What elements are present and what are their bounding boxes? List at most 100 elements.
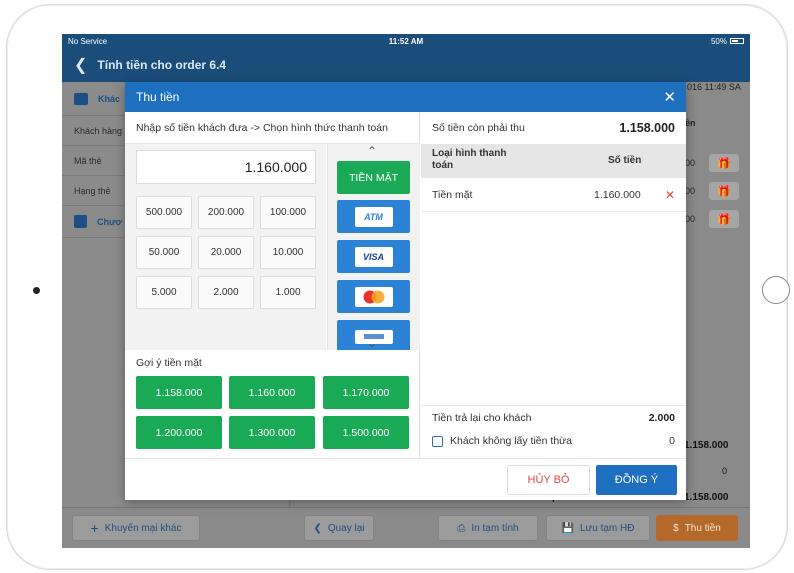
cash-suggestion-button[interactable]: 1.200.000 (136, 416, 222, 449)
amount-column-header: ền (685, 118, 696, 128)
print-button[interactable]: ⎙ In tạm tính (438, 515, 538, 541)
plus-icon: + (90, 520, 99, 536)
cancel-button[interactable]: HỦY BỎ (507, 465, 590, 495)
other-promo-label: Khuyến mại khác (104, 522, 182, 534)
quick-amount-button[interactable]: 1.000 (260, 276, 316, 309)
remove-icon[interactable]: ✕ (665, 188, 675, 202)
cash-method-button[interactable]: TIỀN MẶT (337, 161, 410, 194)
payment-summary-panel: Số tiền còn phải thu 1.158.000 Loại hình… (421, 112, 686, 458)
quick-amount-button[interactable]: 200.000 (198, 196, 254, 229)
gift-button[interactable]: 🎁 (709, 182, 740, 200)
item-amount: 00 (685, 186, 696, 196)
battery-percent: 50% (710, 36, 727, 46)
quick-amount-button[interactable]: 10.000 (260, 236, 316, 269)
item-row: 00 🎁 (685, 182, 740, 200)
change-row: Tiền trả lại cho khách 2.000 (421, 405, 686, 429)
status-bar: No Service 11:52 AM 50% (62, 34, 750, 48)
payment-amount: 1.160.000 (594, 188, 641, 201)
no-change-label: Khách không lấy tiền thừa (450, 435, 573, 447)
payment-type: Tiền mặt (432, 188, 473, 201)
discount-value: 0 (722, 466, 728, 476)
cash-suggestion-button[interactable]: 1.170.000 (323, 376, 409, 409)
bottom-toolbar: + Khuyến mại khác ❮ Quay lại ⎙ In tạm tí… (62, 507, 750, 548)
item-row: 00 🎁 (685, 210, 740, 228)
instruction-text: Nhập số tiền khách đưa -> Chọn hình thức… (125, 112, 420, 144)
sidebar-row-label: Hạng thẻ (74, 185, 111, 196)
battery-indicator: 50% (519, 37, 744, 46)
remaining-row: Số tiền còn phải thu 1.158.000 (421, 112, 686, 144)
modal-footer: HỦY BỎ ĐỒNG Ý (125, 458, 686, 500)
quick-amount-button[interactable]: 2.000 (198, 276, 254, 309)
item-row: 00 🎁 (685, 154, 740, 172)
mastercard-logo (363, 290, 384, 303)
cash-suggestion-button[interactable]: 1.158.000 (136, 376, 222, 409)
payment-row: Tiền mặt 1.160.000 ✕ (421, 178, 686, 212)
register-icon (74, 92, 88, 105)
item-amount: 00 (685, 158, 696, 168)
quick-amount-button[interactable]: 500.000 (136, 196, 192, 229)
cash-suggestion-button[interactable]: 1.300.000 (229, 416, 315, 449)
keypad-area: 500.000 200.000 100.000 50.000 20.000 10… (125, 144, 326, 350)
no-change-row: Khách không lấy tiền thừa 0 (421, 429, 686, 453)
battery-icon (729, 38, 744, 44)
quick-amount-button[interactable]: 5.000 (136, 276, 192, 309)
payment-modal: Thu tiền ✕ Nhập số tiền khách đưa -> Chọ… (125, 82, 686, 500)
printer-icon: ⎙ (457, 522, 466, 534)
amount-entry-panel: Nhập số tiền khách đưa -> Chọn hình thức… (125, 112, 420, 458)
amount-input[interactable] (136, 150, 316, 184)
chevron-left-icon: ❮ (313, 522, 322, 534)
mastercard-method-button[interactable] (337, 280, 410, 313)
gift-icon (74, 215, 87, 228)
quick-amount-button[interactable]: 100.000 (260, 196, 316, 229)
gift-button[interactable]: 🎁 (709, 154, 740, 172)
visa-method-button[interactable]: VISA (337, 240, 410, 273)
other-promo-button[interactable]: + Khuyến mại khác (72, 515, 200, 541)
front-camera (33, 287, 40, 294)
back-button[interactable]: ❮ Quay lại (304, 515, 374, 541)
screen: No Service 11:52 AM 50% ❮ Tính tiền cho … (62, 34, 750, 548)
home-button[interactable] (762, 276, 790, 304)
sidebar-header-label: Khác (98, 93, 121, 104)
page-title: Tính tiền cho order 6.4 (97, 58, 227, 72)
cash-suggestion-button[interactable]: 1.160.000 (229, 376, 315, 409)
sidebar-promo-label: Chươ (97, 216, 122, 227)
payment-amount-header: Số tiền (608, 155, 642, 166)
atm-card-icon: ATM (354, 206, 393, 227)
no-change-checkbox[interactable] (432, 435, 443, 447)
total-value: 1.158.000 (684, 440, 729, 451)
modal-header: Thu tiền ✕ (125, 82, 686, 112)
save-draft-button[interactable]: 💾 Lưu tạm HĐ (546, 515, 650, 541)
save-draft-label: Lưu tạm HĐ (579, 522, 635, 534)
quick-amount-button[interactable]: 20.000 (198, 236, 254, 269)
no-change-value: 0 (669, 435, 675, 447)
gift-button[interactable]: 🎁 (709, 210, 740, 228)
nav-bar: ❮ Tính tiền cho order 6.4 (62, 48, 750, 82)
payment-method-list: ⌃ TIỀN MẶT ATM VISA ⌄ (327, 144, 420, 350)
remaining-value: 1.158.000 (619, 121, 675, 135)
payments-table-header: Loại hình thanh toán Số tiền (421, 144, 686, 178)
sidebar-row-label: Mã thẻ (74, 155, 102, 166)
change-value: 2.000 (648, 411, 675, 424)
confirm-button[interactable]: ĐỒNG Ý (596, 465, 677, 495)
sidebar-row-label: Khách hàng (74, 125, 123, 136)
chevron-up-icon[interactable]: ⌃ (367, 144, 377, 158)
atm-method-button[interactable]: ATM (337, 200, 410, 233)
pay-button[interactable]: $ Thu tiền (656, 515, 738, 541)
chevron-down-icon[interactable]: ⌄ (367, 336, 377, 350)
order-date: 016 11:49 SA (687, 82, 741, 92)
clock: 11:52 AM (388, 36, 424, 46)
print-label: In tạm tính (471, 522, 519, 534)
close-icon[interactable]: ✕ (663, 88, 676, 106)
cash-suggestion-title: Gợi ý tiền mặt (136, 357, 202, 369)
back-chevron-icon[interactable]: ❮ (74, 55, 87, 75)
pay-label: Thu tiền (684, 522, 721, 534)
change-label: Tiền trả lại cho khách (432, 411, 532, 424)
visa-card-icon: VISA (354, 246, 393, 267)
cash-suggestion-button[interactable]: 1.500.000 (323, 416, 409, 449)
item-amount: 00 (685, 214, 696, 224)
save-icon: 💾 (561, 522, 574, 534)
carrier-label: No Service (68, 36, 108, 46)
remaining-label: Số tiền còn phải thu (432, 122, 525, 134)
mastercard-icon (354, 286, 393, 307)
quick-amount-button[interactable]: 50.000 (136, 236, 192, 269)
